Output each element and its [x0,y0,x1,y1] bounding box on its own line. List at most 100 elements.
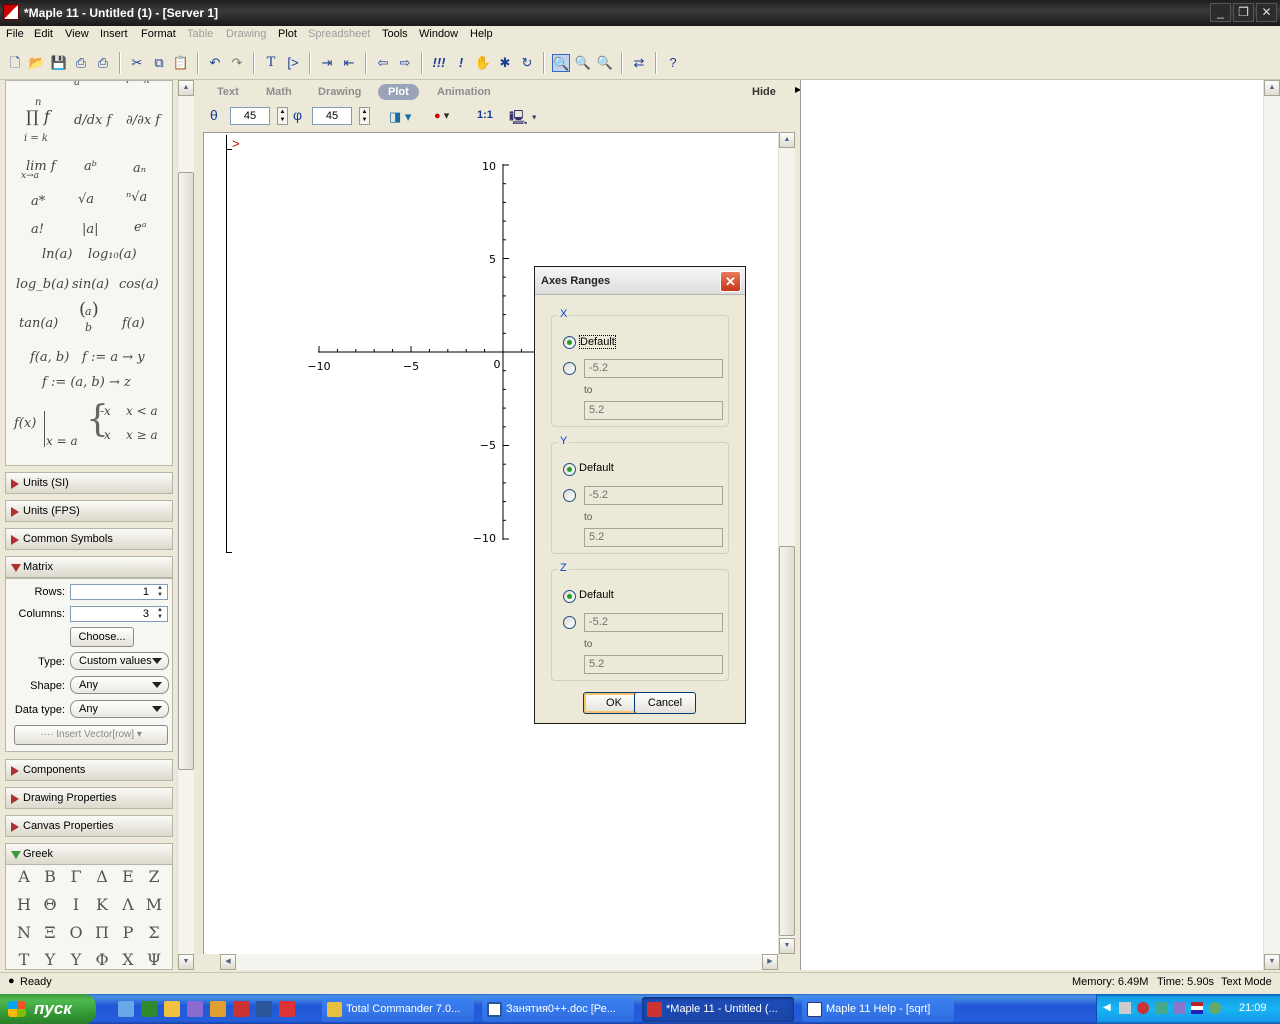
expression-arrow-map[interactable]: f := a → y [82,350,145,365]
indent-icon[interactable]: ⇥ [318,54,336,72]
shape-select[interactable]: Any [70,676,169,694]
greek-letter[interactable]: Ψ [142,950,166,969]
columns-input[interactable]: 3 ▲ ▼ [70,606,168,622]
greek-letter[interactable]: Β [38,867,62,886]
palette-units-si[interactable]: Units (SI) [5,472,173,494]
tab-animation[interactable]: Animation [437,84,491,100]
z-to-input[interactable]: 5.2 [584,655,723,674]
zoom-200-icon[interactable]: 🔍 [596,54,614,72]
greek-letter[interactable]: Ο [64,923,88,942]
expression-tan[interactable]: tan(a) [19,316,58,331]
palette-matrix[interactable]: Matrix [5,556,173,578]
execution-prompt[interactable]: > [232,136,240,151]
greek-letter[interactable]: Τ [12,950,36,969]
dialog-title-bar[interactable]: Axes Ranges ✕ [535,267,745,295]
greek-letter[interactable]: Π [90,923,114,942]
expression-partial[interactable]: i = k [126,81,150,86]
text-mode-icon[interactable]: T [262,54,280,72]
section-bracket[interactable] [226,135,227,553]
maple-app-icon[interactable] [3,4,19,20]
greek-letter[interactable]: Ν [12,923,36,942]
tray-antivirus-icon[interactable] [1137,1002,1149,1014]
greek-letter[interactable]: Σ [142,923,166,942]
greek-letter[interactable]: Ε [116,867,140,886]
y-from-input[interactable]: -5.2 [584,486,723,505]
cancel-button[interactable]: Cancel [634,692,696,714]
scroll-left-icon[interactable]: ◀ [220,954,236,970]
task-maple[interactable]: *Maple 11 - Untitled (... [642,997,794,1022]
expression-exp[interactable]: eᵃ [134,220,147,235]
greek-letter[interactable]: Α [12,867,36,886]
browser-quicklaunch-icon[interactable] [164,1001,180,1017]
stop-icon[interactable]: ✋ [474,54,492,72]
expression-log10[interactable]: log₁₀(a) [88,247,137,262]
scale-1to1-button[interactable]: 1:1 [477,109,493,121]
phi-spinner[interactable]: ▲ ▼ [359,107,370,125]
greek-letter[interactable]: Υ [38,950,62,969]
menu-edit[interactable]: Edit [34,28,53,40]
execute-all-icon[interactable]: !!! [430,54,448,72]
copy-icon[interactable]: ⧉ [150,54,168,72]
greek-letter[interactable]: Ι [64,895,88,914]
dialog-close-button[interactable]: ✕ [720,271,741,292]
menu-plot[interactable]: Plot [278,28,297,40]
rows-input[interactable]: 1 ▲ ▼ [70,584,168,600]
start-button[interactable]: пуск [0,994,96,1024]
expression-abs[interactable]: |a| [82,222,99,237]
x-default-radio[interactable] [563,336,576,349]
scroll-up-icon[interactable]: ▲ [779,132,795,148]
scroll-down-icon[interactable]: ▼ [178,954,194,970]
word-quicklaunch-icon[interactable] [256,1001,272,1017]
greek-letter[interactable]: Λ [116,895,140,914]
forward-icon[interactable]: ⇨ [396,54,414,72]
scroll-thumb[interactable] [779,546,795,936]
expression-cos[interactable]: cos(a) [119,277,159,292]
greek-letter[interactable]: Φ [90,950,114,969]
z-default-label[interactable]: Default [579,589,614,601]
task-total-commander[interactable]: Total Commander 7.0... [322,997,474,1022]
back-icon[interactable]: ⇦ [374,54,392,72]
expression-subscript[interactable]: aₙ [133,161,146,176]
tab-drawing[interactable]: Drawing [318,84,361,100]
tab-text[interactable]: Text [217,84,239,100]
y-to-input[interactable]: 5.2 [584,528,723,547]
palette-components[interactable]: Components [5,759,173,781]
palette-greek[interactable]: Greek [5,843,173,865]
x-default-label[interactable]: Default [579,335,616,349]
tray-app-icon[interactable] [1173,1002,1185,1014]
open-icon[interactable]: 📂 [28,54,46,72]
new-icon[interactable]: 🗋 [6,54,24,72]
expression-logb[interactable]: log_b(a) [16,277,69,292]
expression-product[interactable]: ∏ f [26,107,50,126]
z-default-radio[interactable] [563,590,576,603]
scroll-up-icon[interactable]: ▲ [178,80,194,96]
menu-insert[interactable]: Insert [100,28,128,40]
choose-button[interactable]: Choose... [70,627,134,647]
expression-factorial[interactable]: a! [31,222,44,237]
cut-icon[interactable]: ✂ [128,54,146,72]
menu-window[interactable]: Window [419,28,458,40]
task-word-document[interactable]: Занятия0++.doc [Ре... [482,997,634,1022]
expression-sqrt[interactable]: √a [78,192,94,207]
tab-math[interactable]: Math [266,84,292,100]
menu-view[interactable]: View [65,28,89,40]
document-scrollbar[interactable]: ▲ ▼ [778,132,795,954]
print-icon[interactable]: ⎙ [72,54,90,72]
expression-arrow-map-two[interactable]: f := (a, b) → z [42,375,131,390]
x-custom-radio[interactable] [563,362,576,375]
greek-letter[interactable]: Θ [38,895,62,914]
greek-letter[interactable]: Κ [90,895,114,914]
greek-letter[interactable]: Ζ [142,867,166,886]
hide-button[interactable]: Hide [752,84,776,100]
color-dot-icon[interactable]: ● ▾ [434,109,449,122]
minimize-button[interactable]: _ [1210,3,1231,22]
redo-icon[interactable]: ↷ [228,54,246,72]
greek-letter[interactable]: Μ [142,895,166,914]
scroll-down-icon[interactable]: ▼ [779,938,795,954]
maple-quicklaunch-icon[interactable] [233,1001,249,1017]
tray-status-icon[interactable] [1209,1002,1221,1014]
greek-letter[interactable]: Χ [116,950,140,969]
spinner-icon[interactable]: ▲ ▼ [154,585,166,599]
print-preview-icon[interactable]: ⎙ [94,54,112,72]
palette-common-symbols[interactable]: Common Symbols [5,528,173,550]
